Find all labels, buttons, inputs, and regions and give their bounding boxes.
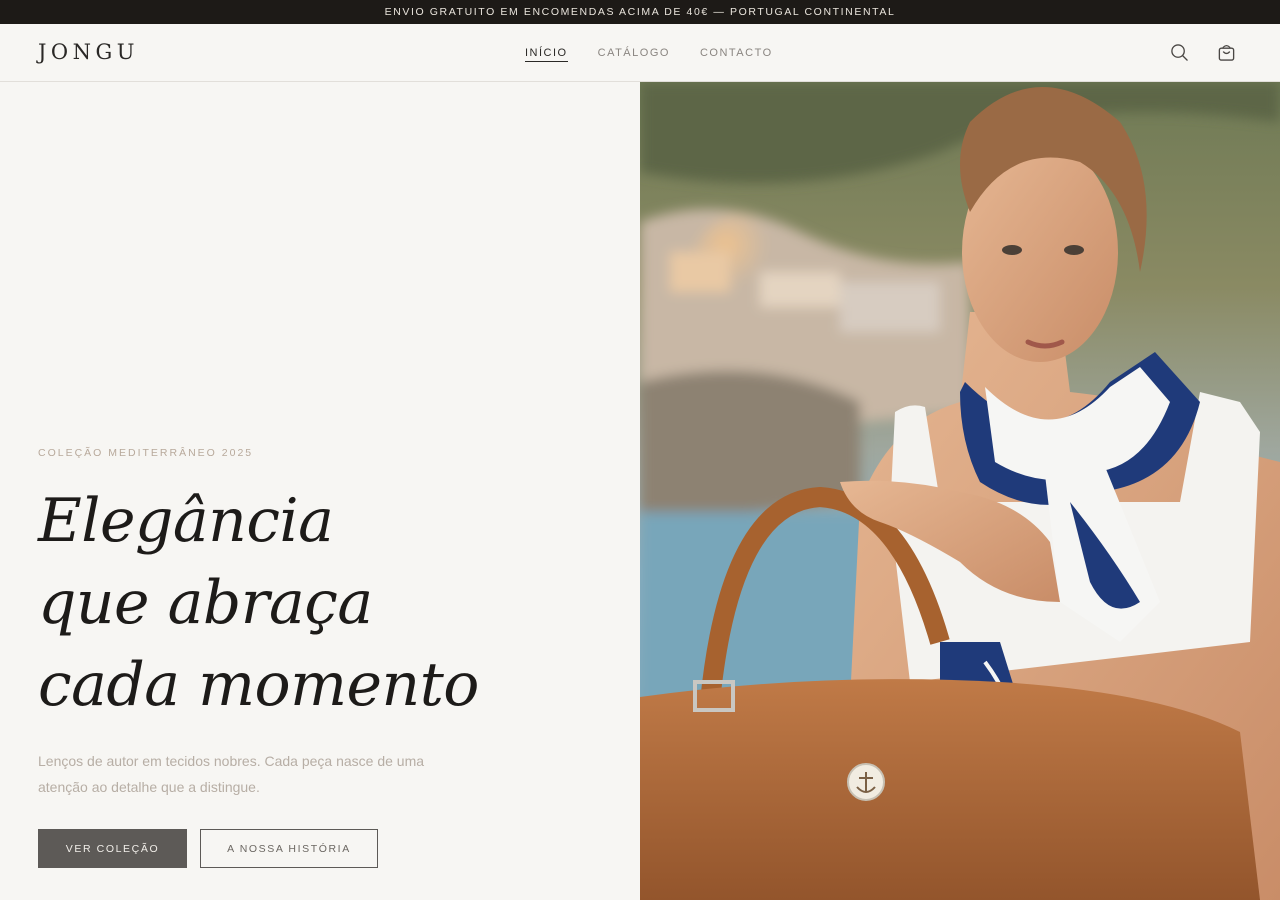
headline-line-3: cada momento: [38, 650, 479, 720]
search-icon[interactable]: [1169, 42, 1189, 62]
main-nav: INÍCIO CATÁLOGO CONTACTO: [525, 47, 773, 62]
site-header: JONGU INÍCIO CATÁLOGO CONTACTO: [0, 24, 1280, 82]
hero-image: [640, 82, 1280, 900]
hero-headline: Elegância que abraça cada momento: [38, 480, 598, 726]
nav-item-catalogo[interactable]: CATÁLOGO: [598, 47, 670, 62]
hero-description: Lenços de autor em tecidos nobres. Cada …: [38, 753, 425, 795]
view-collection-button[interactable]: VER COLEÇÃO: [38, 829, 187, 868]
announcement-text: ENVIO GRATUITO EM ENCOMENDAS ACIMA DE 40…: [384, 6, 896, 18]
headline-line-2: que abraça: [38, 568, 373, 638]
our-story-button[interactable]: A NOSSA HISTÓRIA: [200, 829, 378, 868]
header-actions: [1169, 42, 1236, 62]
hero-copy: COLEÇÃO MEDITERRÂNEO 2025 Elegância que …: [0, 82, 640, 900]
nav-item-inicio[interactable]: INÍCIO: [525, 47, 568, 62]
collection-eyebrow: COLEÇÃO MEDITERRÂNEO 2025: [38, 447, 254, 459]
headline-line-1: Elegância: [38, 486, 334, 556]
cart-icon[interactable]: [1216, 42, 1236, 62]
leather-bag: [640, 679, 1260, 900]
announcement-bar: ENVIO GRATUITO EM ENCOMENDAS ACIMA DE 40…: [0, 0, 1280, 24]
nav-item-contacto[interactable]: CONTACTO: [700, 47, 773, 62]
brand-logo[interactable]: JONGU: [38, 40, 139, 64]
